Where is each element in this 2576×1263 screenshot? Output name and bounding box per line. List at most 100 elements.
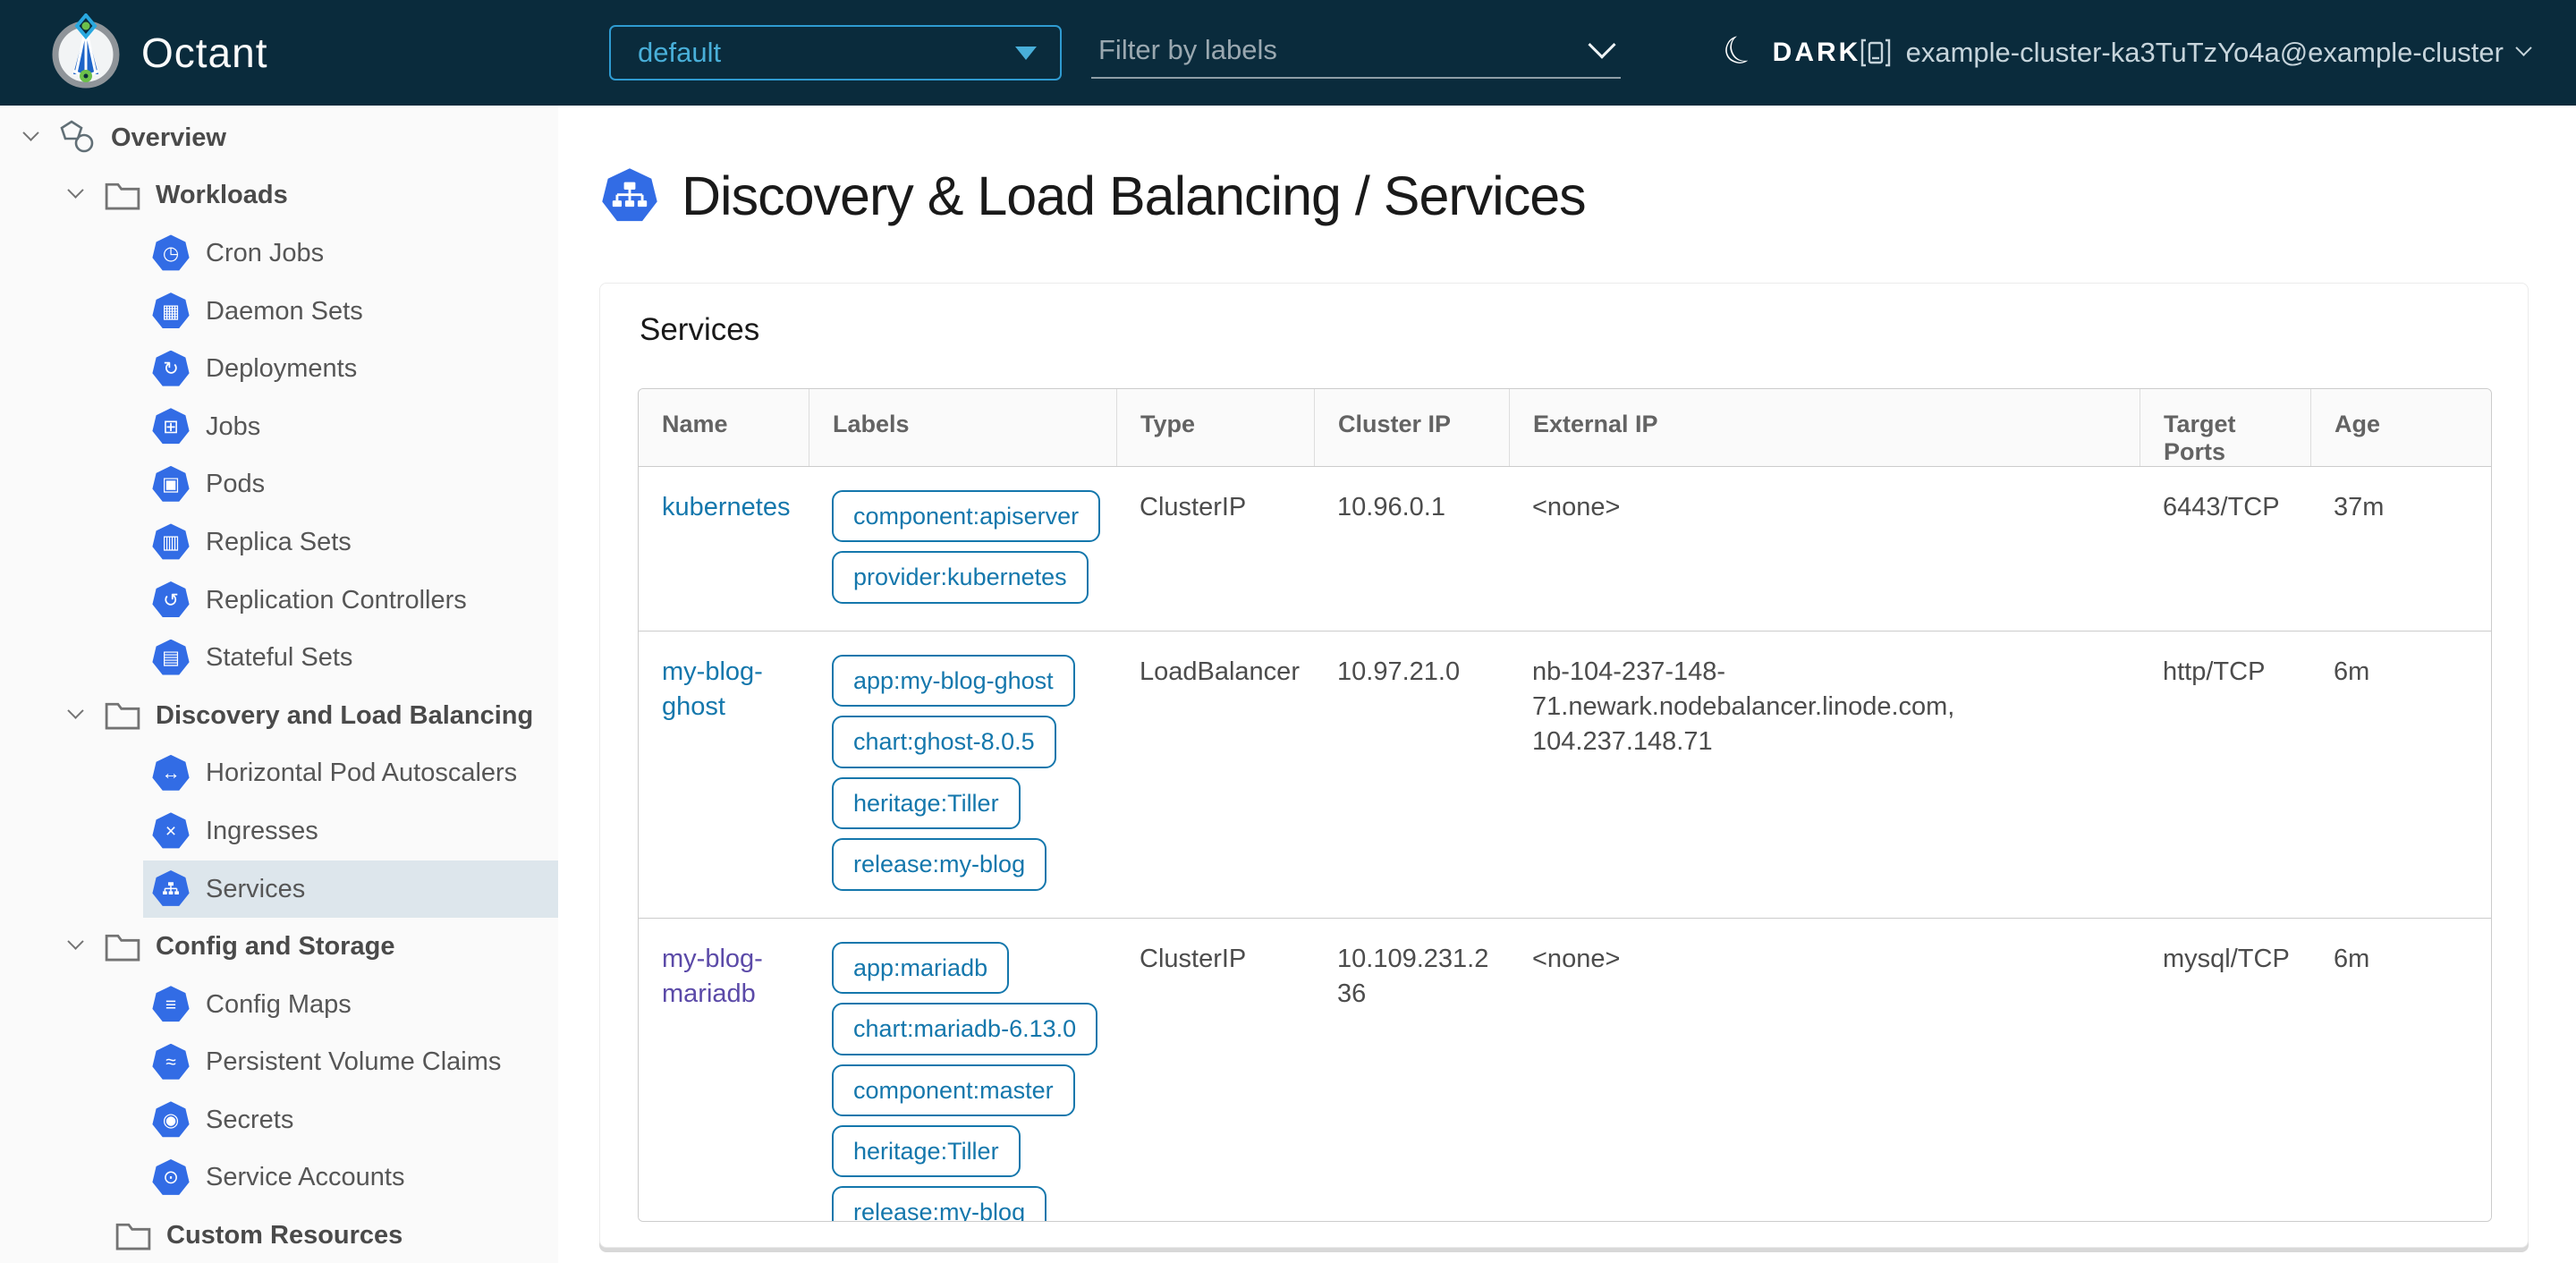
sidebar-item-stateful-sets[interactable]: ▤ Stateful Sets xyxy=(143,629,558,687)
cronjob-icon: ◷ xyxy=(152,234,190,271)
sidebar-group-custom-resources[interactable]: Custom Resources xyxy=(0,1207,558,1263)
sidebar-item-service-accounts[interactable]: ⊙ Service Accounts xyxy=(143,1149,558,1208)
sidebar-item-config-maps[interactable]: ≡ Config Maps xyxy=(143,976,558,1034)
theme-toggle-button[interactable]: ☾ DARK xyxy=(1716,0,1860,106)
folder-icon xyxy=(102,695,143,736)
sidebar-item-label: Stateful Sets xyxy=(206,643,353,673)
sidebar-item-label: Discovery and Load Balancing xyxy=(156,700,534,730)
pvc-icon: ≈ xyxy=(152,1043,190,1080)
configmap-icon: ≡ xyxy=(152,986,190,1022)
table-header-row: Name Labels Type Cluster IP External IP … xyxy=(639,389,2491,467)
sidebar-item-label: Cron Jobs xyxy=(206,238,325,267)
deployment-icon: ↻ xyxy=(152,350,190,386)
service-icon xyxy=(152,870,190,906)
namespace-selected-value: default xyxy=(638,37,722,68)
objects-icon xyxy=(57,118,100,157)
filter-labels-input[interactable]: Filter by labels xyxy=(1091,29,1621,79)
chevron-down-icon xyxy=(55,182,95,199)
labels-cell: component:apiserver provider:kubernetes xyxy=(809,467,1116,631)
services-card: Services Name Labels Type Cluster IP Ext… xyxy=(599,283,2529,1248)
cluster-ip-cell: 10.109.231.236 xyxy=(1337,944,1489,1008)
label-pill[interactable]: release:my-blog xyxy=(832,1186,1047,1221)
age-cell: 37m xyxy=(2334,493,2385,521)
cluster-ip-cell: 10.97.21.0 xyxy=(1337,657,1461,686)
external-ip-cell: nb-104-237-148-71.newark.nodebalancer.li… xyxy=(1532,657,1955,757)
label-pill[interactable]: component:apiserver xyxy=(832,490,1101,543)
sidebar-item-persistent-volume-claims[interactable]: ≈ Persistent Volume Claims xyxy=(143,1034,558,1092)
label-pill[interactable]: heritage:Tiller xyxy=(832,776,1021,830)
sidebar-item-horizontal-pod-autoscalers[interactable]: ↔ Horizontal Pod Autoscalers xyxy=(143,745,558,803)
folder-icon xyxy=(113,1216,154,1257)
sidebar-group-discovery-load-balancing[interactable]: Discovery and Load Balancing xyxy=(0,687,558,745)
table-row: my-blog-mariadb app:mariadb chart:mariad… xyxy=(639,917,2491,1221)
app-title: Octant xyxy=(141,30,268,76)
external-ip-cell: <none> xyxy=(1532,493,1621,521)
dropdown-arrow-icon xyxy=(1015,46,1037,60)
sidebar-item-label: Config Maps xyxy=(206,989,352,1019)
label-pill[interactable]: chart:ghost-8.0.5 xyxy=(832,716,1056,768)
chevron-down-icon xyxy=(11,124,50,141)
chevron-down-icon xyxy=(55,702,95,719)
sidebar-item-pods[interactable]: ▣ Pods xyxy=(143,456,558,514)
cluster-context-menu[interactable]: example-cluster-ka3TuTzYo4a@example-clus… xyxy=(1860,0,2532,106)
sidebar-item-label: Secrets xyxy=(206,1105,294,1134)
sidebar-item-label: Persistent Volume Claims xyxy=(206,1047,502,1077)
chevron-down-icon xyxy=(2515,38,2532,56)
service-link[interactable]: my-blog-mariadb xyxy=(662,945,763,1008)
sidebar-item-label: Replica Sets xyxy=(206,527,352,556)
column-header-cluster-ip: Cluster IP xyxy=(1314,389,1509,466)
column-header-labels: Labels xyxy=(809,389,1116,466)
label-pill[interactable]: provider:kubernetes xyxy=(832,551,1089,604)
sidebar-item-ingresses[interactable]: × Ingresses xyxy=(143,802,558,860)
target-ports-cell: http/TCP xyxy=(2163,657,2266,686)
folder-icon xyxy=(102,927,143,968)
sidebar-group-workloads[interactable]: Workloads xyxy=(0,167,558,225)
label-pill[interactable]: component:master xyxy=(832,1064,1075,1116)
age-cell: 6m xyxy=(2334,944,2370,973)
card-title: Services xyxy=(640,312,760,347)
app-header: Octant default Filter by labels ☾ DARK e… xyxy=(0,0,2576,106)
page-title-row: Discovery & Load Balancing / Services xyxy=(601,165,1587,227)
table-row: my-blog-ghost app:my-blog-ghost chart:gh… xyxy=(639,630,2491,918)
sidebar-item-secrets[interactable]: ◉ Secrets xyxy=(143,1091,558,1149)
labels-cell: app:my-blog-ghost chart:ghost-8.0.5 heri… xyxy=(809,632,1116,918)
replicationcontroller-icon: ↺ xyxy=(152,581,190,617)
sidebar-item-label: Services xyxy=(206,874,306,903)
service-link[interactable]: my-blog-ghost xyxy=(662,657,763,721)
label-pill[interactable]: release:my-blog xyxy=(832,838,1047,891)
sidebar-item-label: Ingresses xyxy=(206,816,318,845)
folder-icon xyxy=(102,175,143,216)
sidebar-group-config-and-storage[interactable]: Config and Storage xyxy=(0,918,558,976)
service-link[interactable]: kubernetes xyxy=(662,493,791,521)
age-cell: 6m xyxy=(2334,657,2370,686)
namespace-select[interactable]: default xyxy=(609,25,1062,81)
chevron-down-icon xyxy=(1588,30,1616,59)
sidebar-item-label: Jobs xyxy=(206,411,261,441)
sidebar-item-label: Service Accounts xyxy=(206,1163,405,1192)
services-table: Name Labels Type Cluster IP External IP … xyxy=(638,388,2492,1222)
label-pill[interactable]: app:mariadb xyxy=(832,941,1010,995)
sidebar-item-jobs[interactable]: ⊞ Jobs xyxy=(143,398,558,456)
sidebar-item-label: Replication Controllers xyxy=(206,585,467,615)
label-pill[interactable]: chart:mariadb-6.13.0 xyxy=(832,1003,1098,1055)
column-header-age: Age xyxy=(2310,389,2491,466)
column-header-type: Type xyxy=(1116,389,1314,466)
sidebar-item-deployments[interactable]: ↻ Deployments xyxy=(143,340,558,398)
sidebar-item-services[interactable]: Services xyxy=(143,860,558,919)
daemonset-icon: ▦ xyxy=(152,292,190,328)
target-ports-cell: mysql/TCP xyxy=(2163,944,2290,973)
sidebar-item-cron-jobs[interactable]: ◷ Cron Jobs xyxy=(143,225,558,283)
label-pill[interactable]: heritage:Tiller xyxy=(832,1124,1021,1178)
target-ports-cell: 6443/TCP xyxy=(2163,493,2280,521)
label-pill[interactable]: app:my-blog-ghost xyxy=(832,654,1075,708)
sidebar-item-label: Deployments xyxy=(206,354,358,384)
sidebar-item-daemon-sets[interactable]: ▦ Daemon Sets xyxy=(143,283,558,341)
external-ip-cell: <none> xyxy=(1532,944,1621,973)
sidebar-item-label: Pods xyxy=(206,470,266,499)
sidebar-item-overview[interactable]: Overview xyxy=(0,109,558,167)
main-content: Discovery & Load Balancing / Services Se… xyxy=(559,106,2576,1263)
sidebar-item-replica-sets[interactable]: ▥ Replica Sets xyxy=(143,513,558,572)
job-icon: ⊞ xyxy=(152,408,190,445)
sidebar-item-replication-controllers[interactable]: ↺ Replication Controllers xyxy=(143,572,558,630)
serviceaccount-icon: ⊙ xyxy=(152,1158,190,1195)
